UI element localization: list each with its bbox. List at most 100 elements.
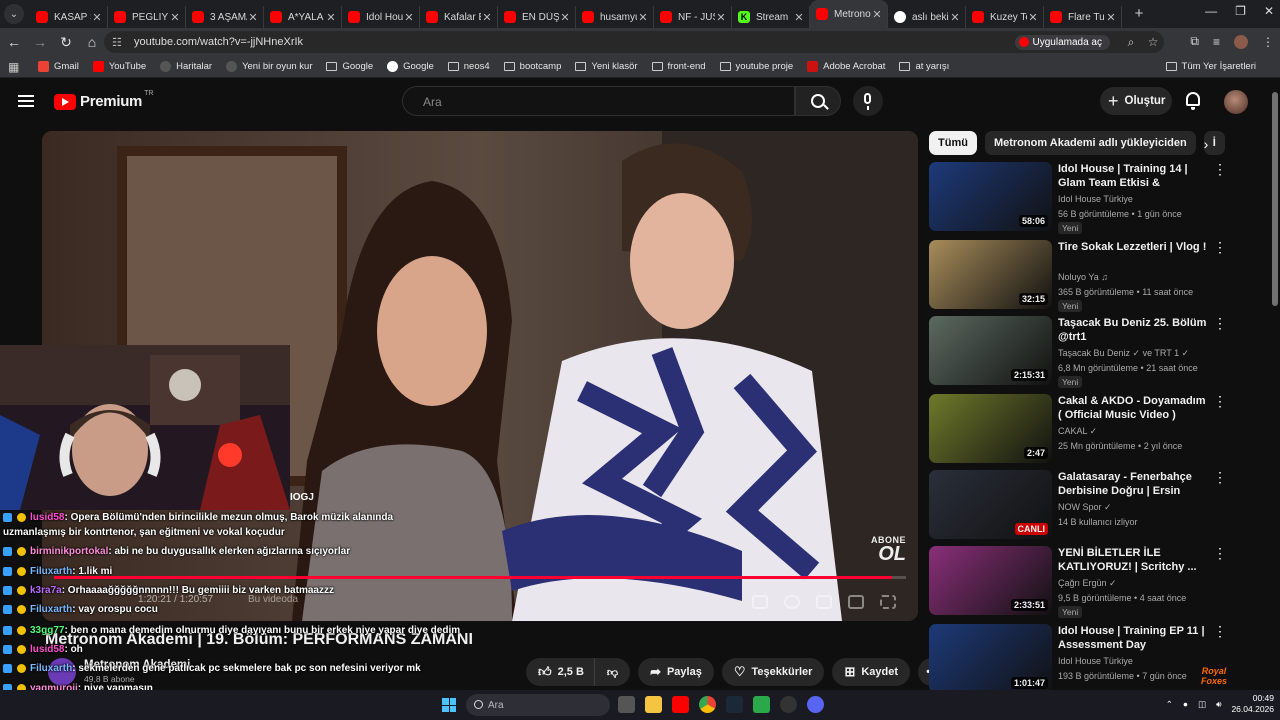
- bookmark-item[interactable]: Google: [387, 61, 434, 72]
- channel-name[interactable]: NOW Spor ✓: [1058, 502, 1112, 513]
- close-tab-icon[interactable]: ✕: [715, 11, 727, 24]
- dislike-button[interactable]: 👎︎: [593, 658, 631, 686]
- close-tab-icon[interactable]: ✕: [91, 11, 103, 24]
- progress-bar[interactable]: [54, 576, 906, 579]
- bookmark-item[interactable]: front-end: [651, 61, 706, 72]
- bookmark-item[interactable]: Gmail: [38, 61, 79, 72]
- video-thumbnail[interactable]: 1:01:47: [929, 624, 1052, 693]
- video-title[interactable]: YENİ BİLETLER İLE KATLIYORUZ! | Scritchy…: [1058, 546, 1208, 574]
- video-thumbnail[interactable]: CANLI: [929, 470, 1052, 539]
- tray-chevron-icon[interactable]: ⌃: [1166, 699, 1173, 710]
- create-button[interactable]: + Oluştur: [1100, 87, 1172, 115]
- share-button[interactable]: ➦ Paylaş: [638, 658, 714, 686]
- media-icon[interactable]: ≡: [1213, 35, 1220, 49]
- video-thumbnail[interactable]: 2:15:31: [929, 316, 1052, 385]
- all-bookmarks[interactable]: Tüm Yer İşaretleri: [1165, 61, 1256, 72]
- mic-icon[interactable]: ●: [1183, 699, 1188, 709]
- video-thumbnail[interactable]: 2:33:51: [929, 546, 1052, 615]
- fullscreen-icon[interactable]: [880, 595, 896, 609]
- browser-tab[interactable]: A*YALA ✕: [264, 6, 342, 28]
- channel-name[interactable]: Idol House Türkiye: [1058, 194, 1133, 204]
- url-text[interactable]: youtube.com/watch?v=-jjNHneXrIk: [134, 36, 1015, 48]
- bookmark-item[interactable]: neos4: [447, 61, 490, 72]
- close-tab-icon[interactable]: ✕: [325, 11, 337, 24]
- video-title[interactable]: Galatasaray - Fenerbahçe Derbisine Doğru…: [1058, 470, 1208, 500]
- subtitles-icon[interactable]: [752, 595, 768, 609]
- zoom-icon[interactable]: ⌕: [1120, 35, 1142, 50]
- bookmark-item[interactable]: Yeni bir oyun kur: [226, 61, 312, 72]
- notifications-icon[interactable]: [1186, 92, 1200, 110]
- recommended-video[interactable]: 2:33:51 YENİ BİLETLER İLE KATLIYORUZ! | S…: [929, 546, 1269, 618]
- close-tab-icon[interactable]: ✕: [949, 11, 961, 24]
- browser-tab[interactable]: PEGLİYİN✕: [108, 6, 186, 28]
- close-tab-icon[interactable]: ✕: [1027, 11, 1039, 24]
- back-icon[interactable]: ←: [2, 34, 26, 50]
- browser-tab[interactable]: Idol Hou ✕: [342, 6, 420, 28]
- voice-search-icon[interactable]: [853, 86, 883, 116]
- chips-next-icon[interactable]: ›: [1196, 136, 1216, 156]
- task-view-icon[interactable]: [618, 696, 635, 713]
- video-thumbnail[interactable]: 2:47: [929, 394, 1052, 463]
- close-tab-icon[interactable]: ✕: [403, 11, 415, 24]
- recommended-video[interactable]: 2:47 Cakal & AKDO - Doyamadım ( Official …: [929, 394, 1269, 466]
- address-bar[interactable]: ☷ youtube.com/watch?v=-jjNHneXrIk Uygula…: [104, 31, 1164, 53]
- recommended-video[interactable]: CANLI Galatasaray - Fenerbahçe Derbisine …: [929, 470, 1269, 542]
- close-window-icon[interactable]: ✕: [1264, 4, 1274, 18]
- video-title[interactable]: Cakal & AKDO - Doyamadım ( Official Musi…: [1058, 394, 1208, 422]
- close-tab-icon[interactable]: ✕: [169, 11, 181, 24]
- scrollbar[interactable]: [1272, 92, 1278, 306]
- more-options-icon[interactable]: ⋮: [1213, 546, 1227, 560]
- more-options-icon[interactable]: ⋮: [1213, 470, 1227, 484]
- close-tab-icon[interactable]: ✕: [247, 11, 259, 24]
- bookmark-item[interactable]: at yarışı: [899, 61, 949, 72]
- browser-tab[interactable]: NF - JUS ✕: [654, 6, 732, 28]
- more-options-icon[interactable]: ⋮: [1213, 624, 1227, 638]
- close-tab-icon[interactable]: ✕: [481, 11, 493, 24]
- youtube-premium-logo[interactable]: Premium TR: [54, 90, 153, 110]
- save-button[interactable]: ⊞ Kaydet: [832, 658, 911, 686]
- bookmark-item[interactable]: Yeni klasör: [575, 61, 638, 72]
- obs-icon[interactable]: [780, 696, 797, 713]
- browser-tab[interactable]: Metrono ✕: [810, 0, 888, 28]
- minimize-icon[interactable]: —: [1205, 4, 1217, 18]
- browser-tab[interactable]: KASAP S✕: [30, 6, 108, 28]
- close-tab-icon[interactable]: ✕: [793, 11, 805, 24]
- menu-icon[interactable]: [18, 95, 34, 107]
- extensions-icon[interactable]: ⧉: [1190, 34, 1199, 49]
- video-title[interactable]: Tire Sokak Lezzetleri | Vlog !: [1058, 240, 1208, 254]
- windows-start-icon[interactable]: [442, 698, 456, 712]
- account-avatar[interactable]: [1224, 90, 1248, 114]
- bookmark-item[interactable]: YouTube: [92, 61, 146, 72]
- more-options-icon[interactable]: ⋮: [1213, 162, 1227, 176]
- thanks-button[interactable]: ♡ Teşekkürler: [721, 658, 825, 686]
- new-tab-button[interactable]: +: [1128, 3, 1150, 25]
- browser-tab[interactable]: Flare Tu ✕: [1044, 6, 1122, 28]
- cast-icon[interactable]: [848, 595, 864, 609]
- browser-tab[interactable]: EN DÜŞL✕: [498, 6, 576, 28]
- search-input[interactable]: Ara: [402, 86, 795, 116]
- close-tab-icon[interactable]: ✕: [637, 11, 649, 24]
- tab-search-icon[interactable]: ⌄: [4, 4, 24, 24]
- volume-icon[interactable]: 🔊︎: [1216, 699, 1221, 710]
- recommended-video[interactable]: 2:15:31 Taşacak Bu Deniz 25. Bölüm @trt1 T…: [929, 316, 1269, 388]
- browser-tab[interactable]: K Stream ✕: [732, 6, 810, 28]
- browser-tab[interactable]: Kuzey Te ✕: [966, 6, 1044, 28]
- bookmark-item[interactable]: Adobe Acrobat: [807, 61, 885, 72]
- bookmark-item[interactable]: youtube proje: [719, 61, 793, 72]
- channel-name[interactable]: Taşacak Bu Deniz ✓ ve TRT 1 ✓: [1058, 348, 1189, 359]
- browser-tab[interactable]: husamyu ✕: [576, 6, 654, 28]
- taskbar-search[interactable]: Ara: [466, 694, 610, 716]
- file-explorer-icon[interactable]: [645, 696, 662, 713]
- profile-avatar[interactable]: [1234, 34, 1248, 49]
- filter-chip[interactable]: Metronom Akademi adlı yükleyiciden: [984, 131, 1196, 155]
- close-tab-icon[interactable]: ✕: [871, 8, 883, 21]
- bookmark-star-icon[interactable]: ☆: [1142, 35, 1164, 49]
- clock[interactable]: 00:49 26.04.2026: [1231, 693, 1274, 715]
- close-tab-icon[interactable]: ✕: [1105, 11, 1117, 24]
- channel-name[interactable]: CAKAL ✓: [1058, 426, 1097, 437]
- steam-icon[interactable]: [726, 696, 743, 713]
- video-thumbnail[interactable]: 32:15: [929, 240, 1052, 309]
- channel-name[interactable]: Çağrı Ergün ✓: [1058, 578, 1117, 589]
- site-info-icon[interactable]: ☷: [112, 36, 126, 49]
- more-options-icon[interactable]: ⋮: [1213, 316, 1227, 330]
